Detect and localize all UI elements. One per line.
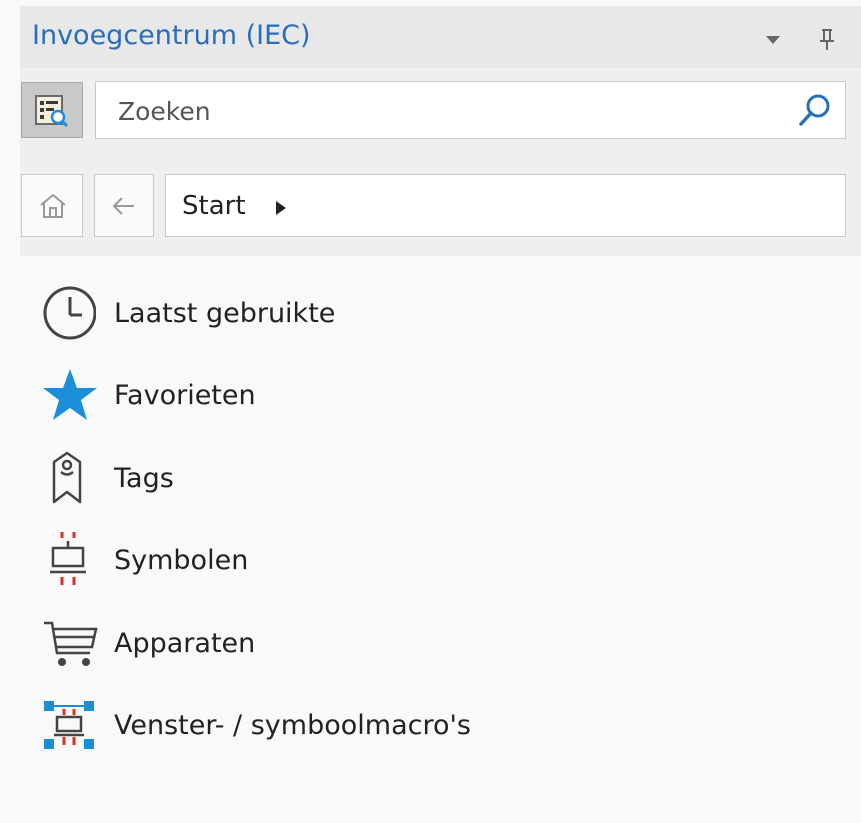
list-item-label: Symbolen [114,544,249,576]
caret-right-icon[interactable] [274,200,288,216]
clock-icon [40,285,106,341]
list-item-recent[interactable]: Laatst gebruikte [40,278,820,348]
list-item-label: Favorieten [114,379,256,411]
back-button[interactable] [94,174,154,237]
back-arrow-icon [111,195,137,221]
list-item-tags[interactable]: Tags [40,443,820,513]
pin-icon[interactable] [814,26,840,52]
filter-list-icon [35,95,69,131]
list-item-label: Laatst gebruikte [114,297,336,329]
panel-title: Invoegcentrum (IEC) [32,20,311,51]
breadcrumb-start[interactable]: Start [182,191,246,221]
list-item-symbols[interactable]: Symbolen [40,525,820,595]
filter-button[interactable] [21,82,83,138]
search-icon[interactable] [797,92,833,128]
list-item-macros[interactable]: Venster- / symboolmacro's [40,690,820,760]
panel-title-bar: Invoegcentrum (IEC) [20,6,861,68]
list-item-devices[interactable]: Apparaten [40,608,820,678]
search-field[interactable] [95,81,846,139]
list-item-label: Tags [114,462,174,494]
breadcrumb[interactable]: Start [165,174,846,237]
cart-icon [40,615,106,671]
dropdown-icon[interactable] [760,26,786,52]
home-icon [39,193,67,223]
search-input[interactable] [116,92,780,130]
home-button[interactable] [21,174,83,237]
list-item-label: Venster- / symboolmacro's [114,709,471,741]
macro-icon [40,697,106,753]
list-item-label: Apparaten [114,627,256,659]
list-item-favorites[interactable]: Favorieten [40,360,820,430]
star-icon [40,367,106,423]
symbol-icon [40,532,106,588]
tag-icon [40,450,106,506]
